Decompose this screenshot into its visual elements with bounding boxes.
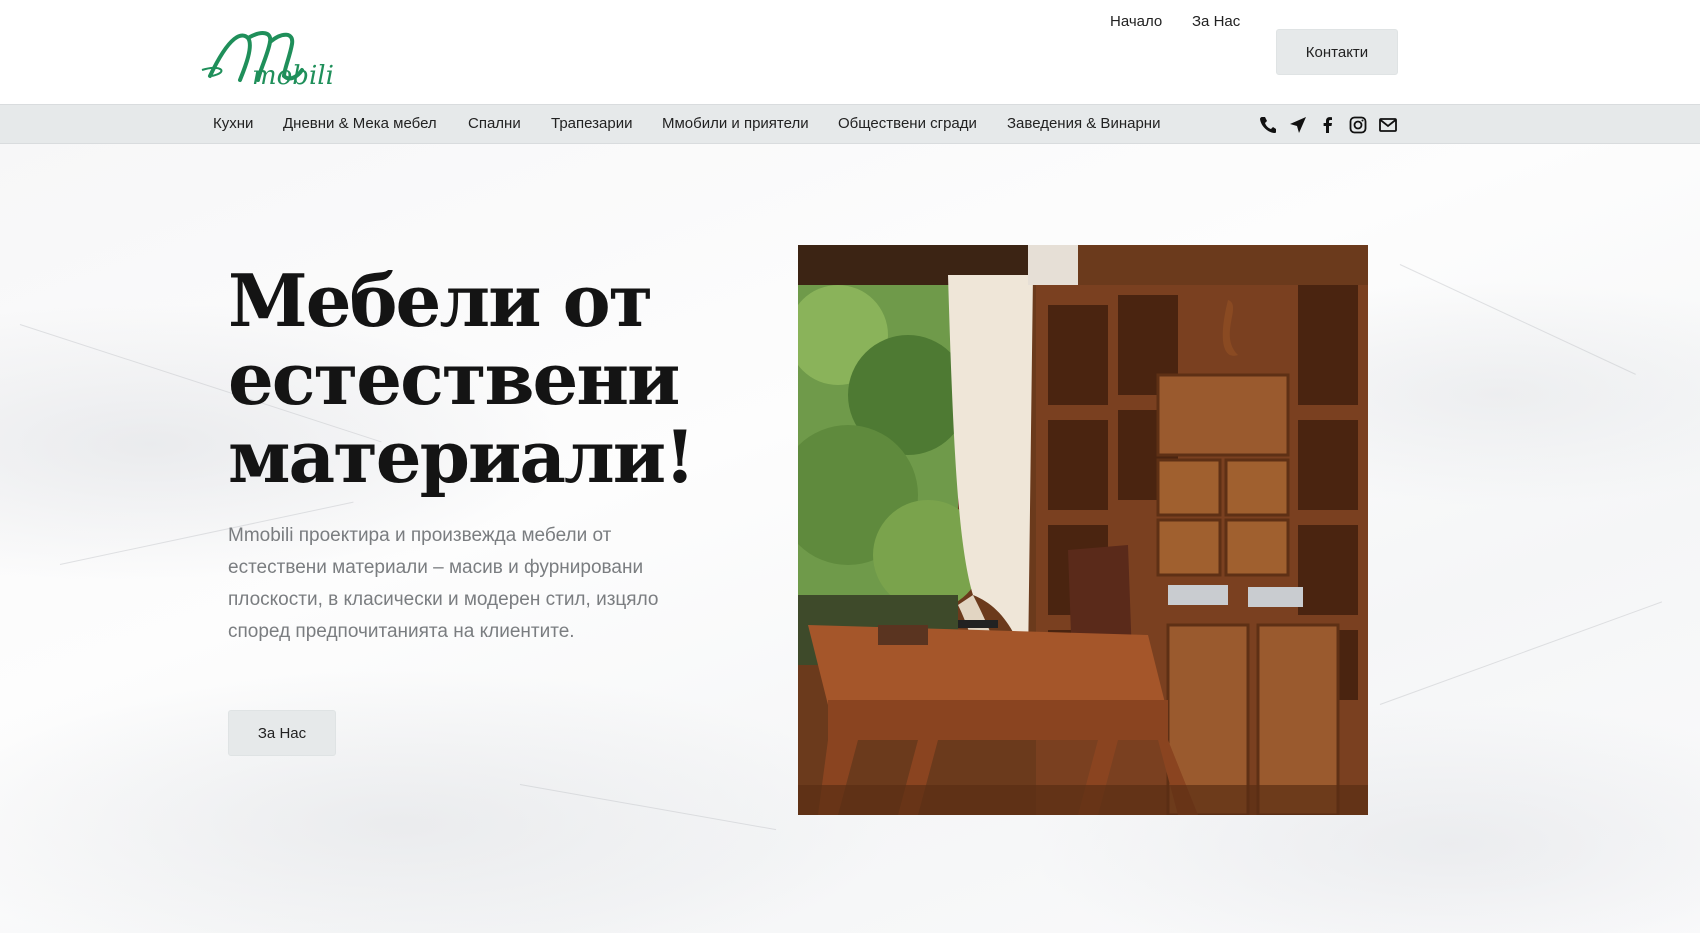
- instagram-icon[interactable]: [1348, 115, 1368, 135]
- hero-lead: Mmobili проектира и произвежда мебели от…: [228, 525, 659, 642]
- hero-title: Мебели от естествени материали!: [228, 258, 696, 499]
- facebook-icon[interactable]: [1318, 115, 1338, 135]
- category-nav: Кухни Дневни & Мека мебел Спални Трапеза…: [0, 104, 1700, 144]
- site-header: mobili Начало За Нас Контакти: [0, 0, 1700, 104]
- contacts-button[interactable]: Контакти: [1276, 29, 1398, 75]
- svg-text:mobili: mobili: [252, 61, 334, 90]
- cat-public-buildings[interactable]: Обществени сгради: [838, 115, 977, 132]
- hero-photo-study-room: [798, 245, 1368, 815]
- cat-venues-wineries[interactable]: Заведения & Винарни: [1007, 115, 1160, 132]
- cat-kitchens[interactable]: Кухни: [213, 115, 253, 132]
- cat-dining[interactable]: Трапезарии: [551, 115, 632, 132]
- cat-living-rooms[interactable]: Дневни & Мека мебел: [283, 115, 437, 132]
- mail-icon[interactable]: [1378, 115, 1398, 135]
- nav-home[interactable]: Начало: [1110, 13, 1162, 30]
- about-us-button[interactable]: За Нас: [228, 710, 336, 756]
- cat-friends[interactable]: Ммобили и приятели: [662, 115, 809, 132]
- cat-bedrooms[interactable]: Спални: [468, 115, 521, 132]
- phone-icon[interactable]: [1258, 115, 1278, 135]
- nav-about[interactable]: За Нас: [1192, 13, 1240, 30]
- location-arrow-icon[interactable]: [1288, 115, 1308, 135]
- mmobili-logo[interactable]: mobili: [200, 24, 360, 90]
